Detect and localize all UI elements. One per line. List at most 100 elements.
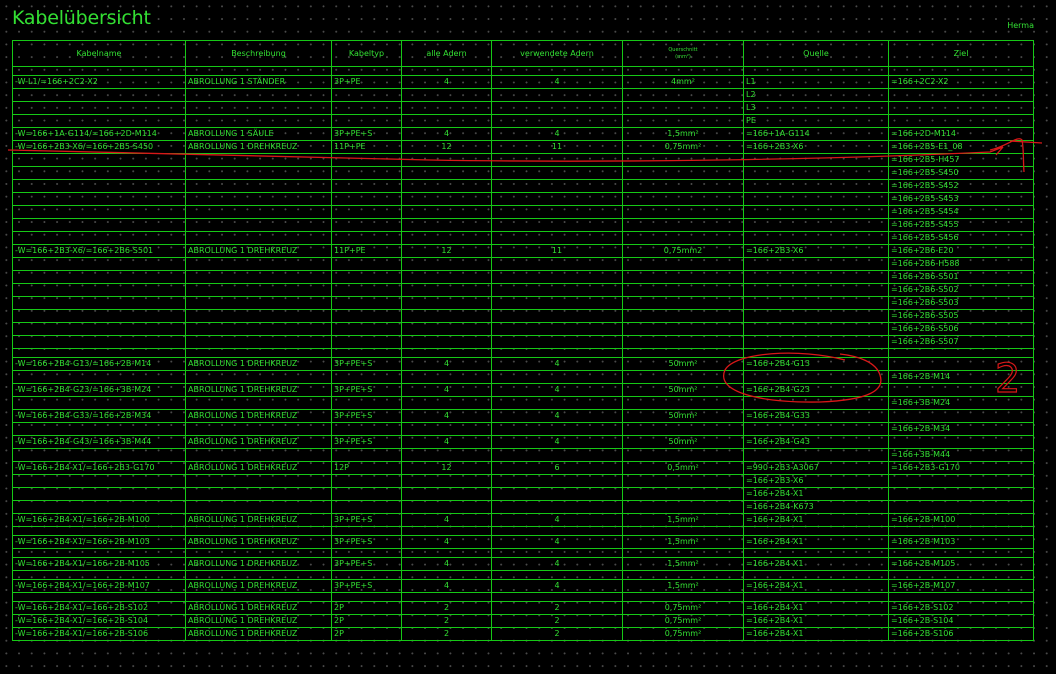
table-row: =166+2B4-X1 (12, 487, 1034, 501)
cell-kabelname (12, 231, 186, 245)
cell-beschreibung: ABROLLUNG 1 DREHKREUZ (185, 557, 332, 571)
cell-querschnitt (622, 231, 744, 245)
cell-ziel (888, 570, 1034, 580)
table-row: =166+2B6-S501 (12, 270, 1034, 284)
cell-querschnitt (622, 500, 744, 514)
cell-verwendete-adern (491, 179, 623, 193)
cell-querschnitt (622, 114, 744, 128)
cell-alle-adern (401, 270, 492, 284)
cell-ziel: =166+2B-M103 (888, 535, 1034, 549)
cell-verwendete-adern (491, 396, 623, 410)
cell-alle-adern: 12 (401, 244, 492, 258)
cell-kabeltyp: 3P+PE+S (331, 357, 402, 371)
table-row: =166+2B-M14 (12, 370, 1034, 384)
cell-ziel: =166+2B6-S506 (888, 322, 1034, 336)
cell-beschreibung (185, 500, 332, 514)
cell-kabelname (12, 474, 186, 488)
cell-verwendete-adern: 4 (491, 409, 623, 423)
cell-beschreibung (185, 526, 332, 536)
cell-beschreibung: ABROLLUNG 1 DREHKREUZ (185, 601, 332, 615)
cell-verwendete-adern (491, 257, 623, 271)
cell-alle-adern (401, 570, 492, 580)
table-row: -W=166+2B4-X1/=166+2B-M103 ABROLLUNG 1 DR… (12, 535, 1034, 549)
cell-beschreibung (185, 218, 332, 232)
cell-beschreibung (185, 370, 332, 384)
table-row: =166+2B5-S452 (12, 179, 1034, 193)
cell-querschnitt (622, 335, 744, 349)
col-header-quelle: Quelle (743, 40, 889, 67)
cell-beschreibung (185, 192, 332, 206)
cell-beschreibung (185, 296, 332, 310)
cell-quelle: =166+2B4-X1 (743, 627, 889, 641)
cell-verwendete-adern (491, 474, 623, 488)
cell-querschnitt: 50mm² (622, 435, 744, 449)
cell-kabelname (12, 396, 186, 410)
cell-alle-adern (401, 548, 492, 558)
table-row: -W=166+2B4-X1/=166+2B-S106 ABROLLUNG 1 DR… (12, 627, 1034, 641)
cell-quelle: =166+2B4-G33 (743, 409, 889, 423)
cell-ziel: =166+2B6-S501 (888, 270, 1034, 284)
cell-quelle: L2 (743, 88, 889, 102)
cell-querschnitt (622, 88, 744, 102)
cell-verwendete-adern: 11 (491, 140, 623, 154)
table-row: =166+2B4-K673 (12, 500, 1034, 514)
cell-alle-adern: 4 (401, 409, 492, 423)
cell-kabeltyp (331, 370, 402, 384)
cell-querschnitt (622, 422, 744, 436)
cell-beschreibung (185, 88, 332, 102)
table-row: =166+2B6-S503 (12, 296, 1034, 310)
cell-quelle (743, 179, 889, 193)
table-header-row: Kabelname Beschreibung Kabeltyp alle Ade… (12, 40, 1034, 67)
cell-kabelname: -W=166+2B4-X1/=166+2B3-G170 (12, 461, 186, 475)
cell-ziel: =166+2B5-S455 (888, 218, 1034, 232)
cell-verwendete-adern (491, 500, 623, 514)
cell-quelle: L3 (743, 101, 889, 115)
cell-ziel (888, 526, 1034, 536)
cell-quelle (743, 192, 889, 206)
cell-kabeltyp (331, 218, 402, 232)
cell-ziel: =166+2B6-E20 (888, 244, 1034, 258)
cell-verwendete-adern: 4 (491, 75, 623, 89)
col-header-alle-adern: alle Adern (401, 40, 492, 67)
cell-kabeltyp (331, 257, 402, 271)
cell-beschreibung (185, 309, 332, 323)
cell-alle-adern: 4 (401, 383, 492, 397)
cell-verwendete-adern: 2 (491, 614, 623, 628)
cell-kabelname: -W=166+2B4-X1/=166+2B-S106 (12, 627, 186, 641)
cell-alle-adern (401, 283, 492, 297)
col-header-ziel: Ziel (888, 40, 1034, 67)
cell-ziel (888, 435, 1034, 449)
cell-kabeltyp (331, 88, 402, 102)
cell-kabeltyp (331, 448, 402, 462)
cell-quelle: =166+2B4-X1 (743, 614, 889, 628)
cell-beschreibung (185, 101, 332, 115)
cell-quelle (743, 322, 889, 336)
cell-kabeltyp (331, 592, 402, 602)
cell-ziel (888, 348, 1034, 358)
cell-verwendete-adern (491, 526, 623, 536)
cell-quelle: =166+2B4-X1 (743, 557, 889, 571)
table-row: =166+2B5-S456 (12, 231, 1034, 245)
cell-beschreibung (185, 283, 332, 297)
cell-beschreibung (185, 179, 332, 193)
cell-kabelname: -W=166+2B4-X1/=166+2B-M107 (12, 579, 186, 593)
cell-verwendete-adern: 4 (491, 383, 623, 397)
cell-kabelname (12, 500, 186, 514)
cell-alle-adern: 12 (401, 140, 492, 154)
col-header-querschnitt: Querschnitt (mm²) (622, 40, 744, 67)
cell-beschreibung (185, 487, 332, 501)
cell-alle-adern: 12 (401, 461, 492, 475)
cell-verwendete-adern (491, 570, 623, 580)
cell-kabelname: -W=166+2B4-G33/=166+2B-M34 (12, 409, 186, 423)
cell-querschnitt (622, 548, 744, 558)
cell-kabeltyp: 3P+PE+S (331, 127, 402, 141)
cell-querschnitt (622, 257, 744, 271)
cell-kabelname (12, 309, 186, 323)
table-row: -W-L1/=166+2C2-X2 ABROLLUNG 1 STÄNDER 3P+P… (12, 75, 1034, 89)
cell-kabeltyp (331, 500, 402, 514)
table-row: =166+2B5-S455 (12, 218, 1034, 232)
cell-querschnitt (622, 101, 744, 115)
cell-kabeltyp (331, 422, 402, 436)
cell-alle-adern: 4 (401, 435, 492, 449)
cell-querschnitt: 50mm² (622, 357, 744, 371)
